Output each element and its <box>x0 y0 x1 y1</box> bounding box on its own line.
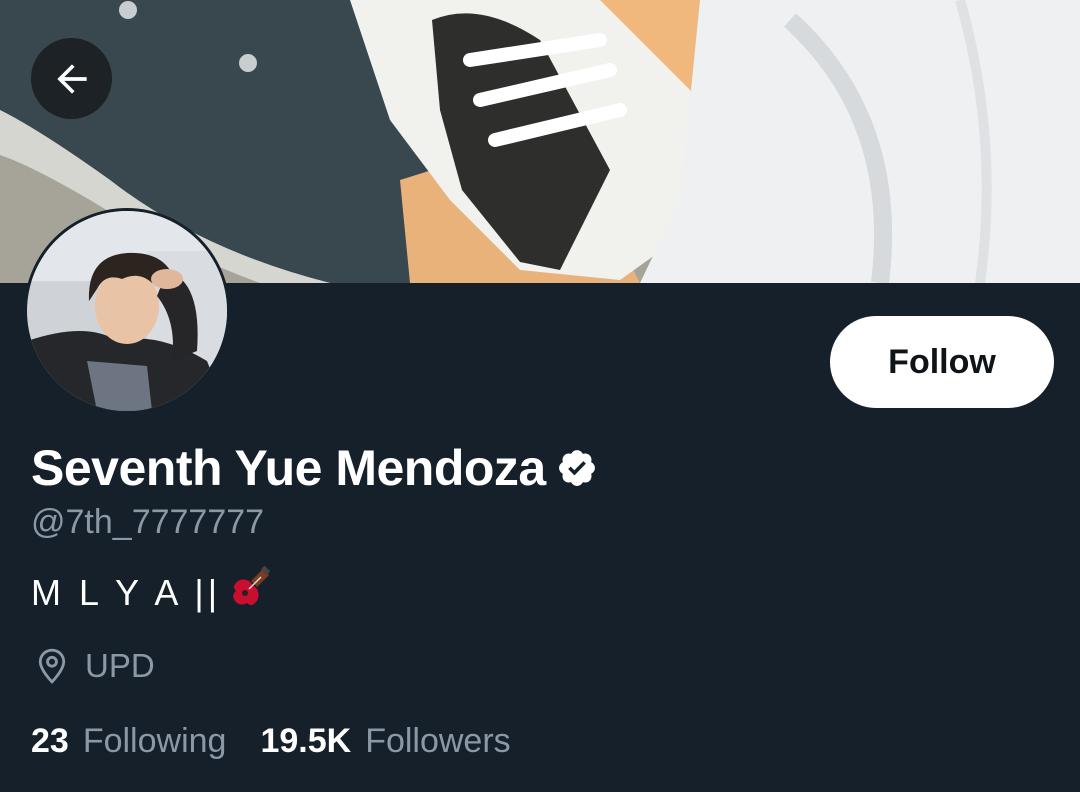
following-label: Following <box>82 721 227 760</box>
followers-link[interactable]: 19.5K Followers <box>260 722 510 761</box>
follow-button[interactable]: Follow <box>830 316 1054 408</box>
followers-label: Followers <box>365 721 511 760</box>
profile-stats: 23 Following 19.5K Followers <box>31 718 511 764</box>
profile-location: UPD <box>33 644 155 688</box>
avatar-photo <box>27 211 227 411</box>
guitar-emoji-icon <box>227 565 273 620</box>
back-arrow-icon <box>56 63 87 94</box>
bio-text: M L Y A || <box>31 571 222 613</box>
verified-badge-icon <box>556 447 598 489</box>
location-text: UPD <box>85 647 155 684</box>
profile-bio: M L Y A || <box>31 565 273 620</box>
profile-name-row: Seventh Yue Mendoza <box>31 436 598 500</box>
back-button[interactable] <box>31 38 112 119</box>
followers-count: 19.5K <box>260 721 352 760</box>
following-count: 23 <box>31 721 69 760</box>
profile-avatar[interactable] <box>24 208 230 414</box>
profile-handle: @7th_7777777 <box>31 503 265 541</box>
location-pin-icon <box>38 648 66 684</box>
display-name: Seventh Yue Mendoza <box>31 440 546 496</box>
following-link[interactable]: 23 Following <box>31 722 226 761</box>
